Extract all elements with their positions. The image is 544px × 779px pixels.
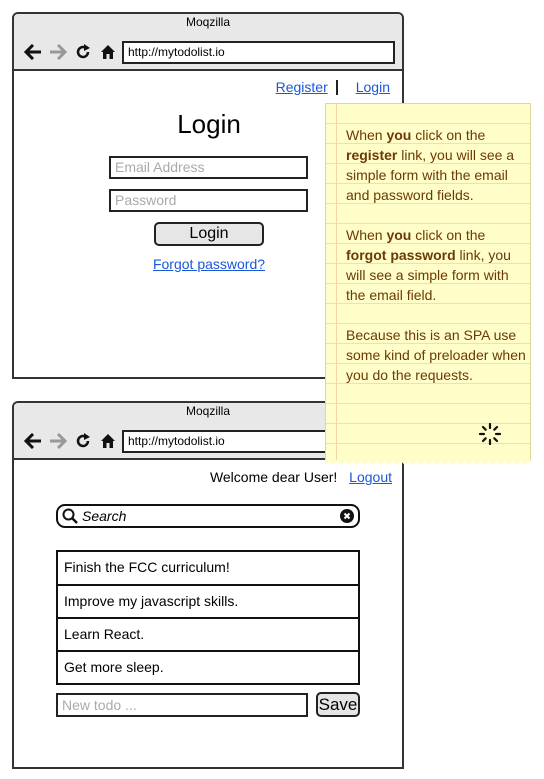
- todo-page: Welcome dear User! Logout Search Finish …: [14, 460, 402, 767]
- todo-item[interactable]: Finish the FCC curriculum!: [58, 552, 358, 584]
- note-text: When you click on the register link, you…: [346, 125, 526, 405]
- window-title: Moqzilla: [185, 15, 230, 29]
- search-placeholder: Search: [82, 508, 127, 524]
- note-margin-line: [336, 104, 337, 460]
- url-bar[interactable]: http://mytodolist.io: [122, 41, 395, 64]
- password-field[interactable]: Password: [109, 189, 308, 212]
- login-button[interactable]: Login: [154, 222, 264, 246]
- logout-link[interactable]: Logout: [349, 469, 392, 485]
- nav-buttons: [20, 430, 120, 452]
- note-torn-edge: [325, 460, 532, 466]
- auth-links: Register Login: [276, 79, 390, 95]
- search-icon: [62, 508, 78, 524]
- back-arrow-icon[interactable]: [20, 430, 45, 452]
- note-paragraph: When you click on the register link, you…: [346, 127, 515, 203]
- note-paragraph: When you click on the forgot password li…: [346, 227, 511, 303]
- link-separator: [335, 79, 338, 95]
- welcome-bar: Welcome dear User! Logout: [210, 469, 392, 485]
- note-paragraph: Because this is an SPA use some kind of …: [346, 327, 526, 383]
- save-button[interactable]: Save: [316, 692, 360, 717]
- todo-list: Finish the FCC curriculum! Improve my ja…: [56, 550, 360, 685]
- back-arrow-icon[interactable]: [20, 41, 45, 63]
- forward-arrow-icon[interactable]: [45, 41, 70, 63]
- new-todo-input[interactable]: New todo ...: [56, 693, 308, 717]
- home-icon[interactable]: [95, 430, 120, 452]
- todo-item[interactable]: Learn React.: [58, 617, 358, 650]
- register-link[interactable]: Register: [276, 79, 328, 95]
- browser-chrome: Moqzilla http://mytodolist.io: [14, 14, 402, 71]
- home-icon[interactable]: [95, 41, 120, 63]
- email-field[interactable]: Email Address: [109, 156, 308, 179]
- search-input[interactable]: Search: [56, 504, 360, 528]
- reload-icon[interactable]: [70, 41, 95, 63]
- sticky-note: When you click on the register link, you…: [325, 103, 532, 466]
- nav-buttons: [20, 41, 120, 63]
- welcome-text: Welcome dear User!: [209, 469, 338, 485]
- login-link[interactable]: Login: [356, 79, 390, 95]
- spinner-icon: [478, 422, 502, 446]
- forward-arrow-icon[interactable]: [45, 430, 70, 452]
- todo-item[interactable]: Improve my javascript skills.: [58, 584, 358, 617]
- clear-search-icon[interactable]: [340, 509, 354, 523]
- reload-icon[interactable]: [70, 430, 95, 452]
- todo-item[interactable]: Get more sleep.: [58, 650, 358, 683]
- forgot-password-link[interactable]: Forgot password?: [153, 256, 265, 272]
